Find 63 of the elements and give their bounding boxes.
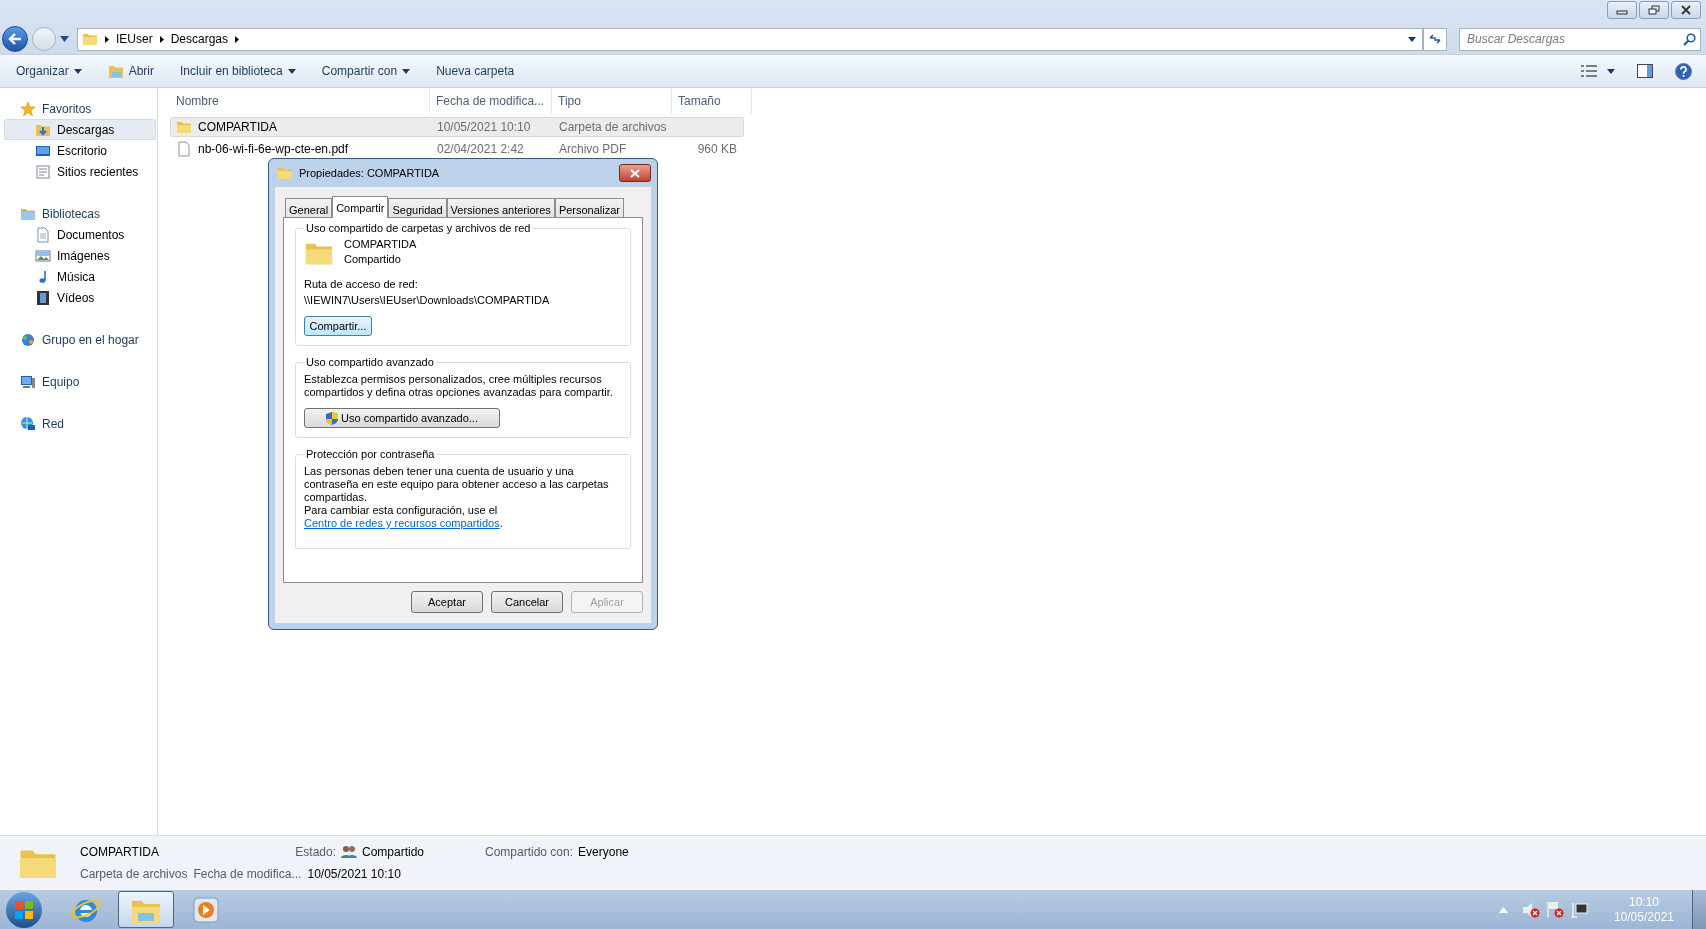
sidebar-item[interactable]: Imágenes xyxy=(4,245,156,266)
dialog-tab[interactable]: Seguridad xyxy=(388,198,447,217)
file-size: 960 KB xyxy=(697,141,737,158)
modified-value: 10/05/2021 10:10 xyxy=(307,866,401,883)
file-name: nb-06-wi-fi-6e-wp-cte-en.pdf xyxy=(198,141,349,158)
file-date: 02/04/2021 2:42 xyxy=(436,141,525,158)
dialog-tab[interactable]: Versiones anteriores xyxy=(446,198,555,217)
dialog-button[interactable]: Cancelar xyxy=(491,591,563,613)
file-name: COMPARTIDA xyxy=(198,119,277,136)
shared-with-label: Compartido con: xyxy=(485,844,574,861)
column-header[interactable]: Tipo xyxy=(552,88,672,114)
folder-name: COMPARTIDA xyxy=(344,238,417,251)
file-type: Archivo PDF xyxy=(558,141,628,158)
shared-with-value: Everyone xyxy=(578,844,629,861)
change-setting-text: Para cambiar esta configuración, use el Centro de redes y recursos compartidos. xyxy=(304,504,504,530)
search-field[interactable]: Buscar Descargas xyxy=(1459,27,1701,51)
toolbar-button[interactable]: Abrir xyxy=(101,59,161,83)
item-name: COMPARTIDA xyxy=(80,844,160,861)
toolbar-button[interactable]: Incluir en biblioteca xyxy=(174,59,302,83)
column-header[interactable]: Tamaño xyxy=(672,88,752,114)
sidebar-group[interactable]: Grupo en el hogar xyxy=(4,329,157,350)
password-description: Las personas deben tener una cuenta de usuario y una contraseña en este equipo para obtener acceso a las carpetas compartidas. xyxy=(304,465,610,504)
dialog-tab[interactable]: General xyxy=(285,198,333,217)
advanced-description: Establezca permisos personalizados, cree múltiples recursos compartidos y defina otras opciones avanzadas para compartir. xyxy=(304,373,614,399)
network-center-link[interactable]: Centro de redes y recursos compartidos xyxy=(304,517,500,529)
sidebar-item[interactable]: Documentos xyxy=(4,224,156,245)
sidebar-group[interactable]: Bibliotecas xyxy=(4,203,157,224)
sidebar-item[interactable]: Sitios recientes xyxy=(4,161,156,182)
item-type: Carpeta de archivos xyxy=(80,866,188,883)
group-title: Uso compartido avanzado xyxy=(305,356,435,369)
path-label: Ruta de acceso de red: xyxy=(304,278,419,291)
sidebar-item[interactable]: Vídeos xyxy=(4,287,156,308)
toolbar-button[interactable]: Organizar xyxy=(10,59,88,83)
breadcrumb[interactable]: Descargas xyxy=(170,30,229,48)
network-path: \\IEWIN7\Users\IEUser\Downloads\COMPARTIDA xyxy=(304,294,551,307)
modified-label: Fecha de modifica... xyxy=(193,866,302,883)
file-row[interactable]: COMPARTIDA 10/05/2021 10:10 Carpeta de archivos xyxy=(170,117,744,137)
sidebar-item[interactable]: Música xyxy=(4,266,156,287)
dialog-tab[interactable]: Personalizar xyxy=(554,198,624,217)
toolbar-button[interactable]: Nueva carpeta xyxy=(430,59,521,83)
share-status: Compartido xyxy=(344,253,402,266)
column-header[interactable]: Nombre xyxy=(170,88,430,114)
file-date: 10/05/2021 10:10 xyxy=(436,119,532,136)
file-row[interactable]: nb-06-wi-fi-6e-wp-cte-en.pdf 02/04/2021 2:42 Archivo PDF 960 KB xyxy=(170,139,744,159)
sidebar-group[interactable]: Equipo xyxy=(4,371,157,392)
dialog-button[interactable]: Aceptar xyxy=(411,591,483,613)
share-button[interactable]: Compartir... xyxy=(304,316,372,336)
breadcrumb[interactable]: IEUser xyxy=(116,30,153,48)
sidebar-item[interactable]: Escritorio xyxy=(4,140,156,161)
group-title: Uso compartido de carpetas y archivos de red xyxy=(305,222,532,235)
sidebar-group[interactable]: Red xyxy=(4,413,157,434)
group-title: Protección por contraseña xyxy=(305,448,436,461)
sidebar-group[interactable]: Favoritos xyxy=(4,98,157,119)
address-field[interactable]: IEUser Descargas xyxy=(77,27,1423,51)
status-value: Compartido xyxy=(362,844,426,861)
sidebar-item[interactable]: Descargas xyxy=(4,119,156,140)
dialog-title: Propiedades: COMPARTIDA xyxy=(299,165,441,181)
toolbar-button[interactable]: Compartir con xyxy=(315,59,417,83)
column-header[interactable]: Fecha de modifica... xyxy=(430,88,552,114)
file-type: Carpeta de archivos xyxy=(558,119,668,136)
status-label: Estado: xyxy=(294,844,336,861)
dialog-tab[interactable]: Compartir xyxy=(332,196,389,218)
advanced-sharing-button[interactable]: Uso compartido avanzado... xyxy=(304,408,500,428)
